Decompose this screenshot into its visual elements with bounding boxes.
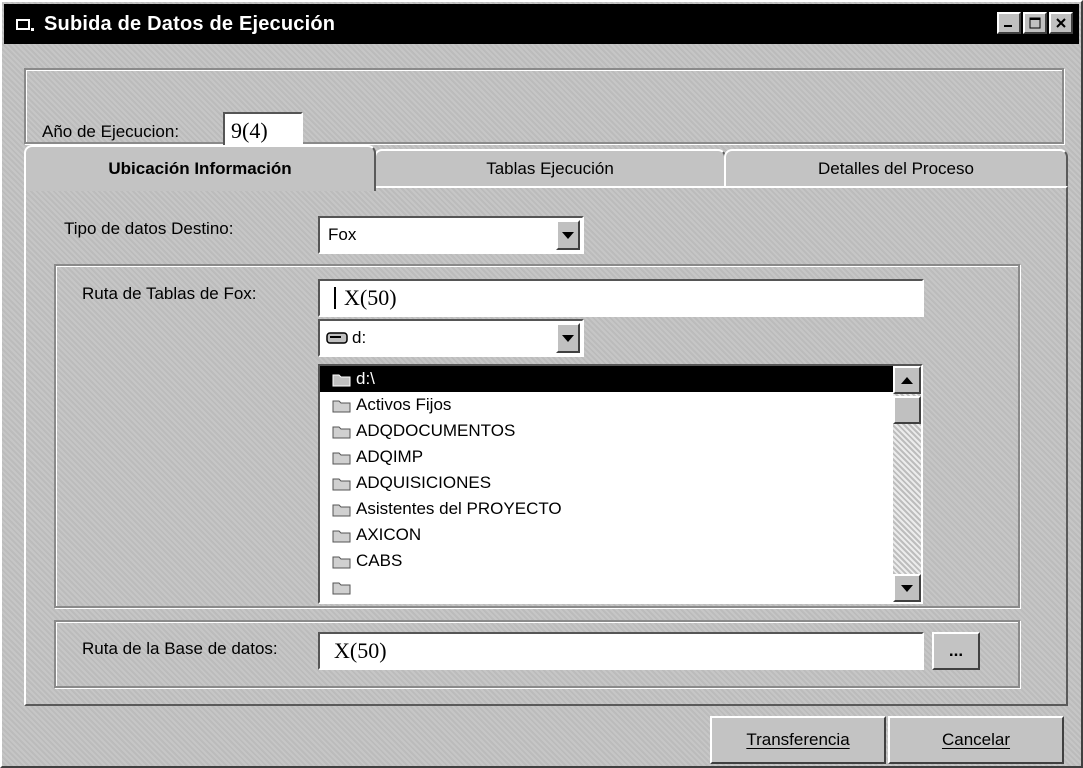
list-item-label: Activos Fijos — [356, 395, 452, 414]
fox-path-label: Ruta de Tablas de Fox: — [82, 284, 257, 303]
list-item[interactable]: Activos Fijos — [320, 392, 921, 418]
year-label: Año de Ejecucion: — [42, 122, 180, 141]
main-window: Subida de Datos de Ejecución Año de Ejec… — [0, 0, 1083, 768]
cancel-button-label: Cancelar — [941, 730, 1011, 749]
folder-icon — [332, 556, 351, 568]
chevron-down-icon — [562, 334, 574, 342]
fox-path-field[interactable]: X(50) — [318, 279, 924, 317]
list-item[interactable]: ADQUISICIONES — [320, 470, 921, 496]
open-folder-icon — [332, 374, 351, 386]
list-item[interactable]: CABS — [320, 548, 921, 574]
list-item[interactable]: Asistentes del PROYECTO — [320, 496, 921, 522]
folder-icon — [332, 400, 351, 412]
close-button[interactable] — [1049, 12, 1073, 34]
drive-icon — [326, 332, 348, 344]
browse-button[interactable]: ... — [932, 632, 980, 670]
list-item-label: ADQIMP — [356, 447, 424, 466]
db-path-label: Ruta de la Base de datos: — [82, 639, 278, 658]
list-item-label: CABS — [356, 551, 403, 570]
drive-select-value: d: — [352, 328, 367, 347]
list-item[interactable]: AXICON — [320, 522, 921, 548]
db-path-field[interactable]: X(50) — [318, 632, 924, 670]
destino-dropdown-button[interactable] — [556, 220, 580, 250]
tab-ubicacion-informacion[interactable]: Ubicación Información — [24, 145, 376, 191]
close-icon — [1056, 18, 1066, 28]
list-item-label: AXICON — [356, 525, 422, 544]
destino-label: Tipo de datos Destino: — [64, 219, 234, 238]
list-item-label: ADQDOCUMENTOS — [356, 421, 516, 440]
chevron-up-icon — [901, 376, 913, 384]
maximize-icon — [1029, 17, 1041, 29]
title-bar: Subida de Datos de Ejecución — [4, 4, 1079, 44]
chevron-down-icon — [562, 231, 574, 239]
list-item[interactable]: ADQIMP — [320, 444, 921, 470]
window-title: Subida de Datos de Ejecución — [44, 12, 336, 35]
folder-icon — [332, 426, 351, 438]
app-icon — [16, 19, 34, 31]
chevron-down-icon — [901, 584, 913, 592]
maximize-button[interactable] — [1023, 12, 1047, 34]
scroll-thumb[interactable] — [893, 396, 921, 424]
transfer-button[interactable]: Transferencia — [710, 716, 886, 764]
year-frame — [24, 68, 1064, 144]
folder-icon — [332, 452, 351, 464]
tab-detalles-del-proceso[interactable]: Detalles del Proceso — [724, 149, 1068, 187]
scroll-down-button[interactable] — [893, 574, 921, 602]
folder-icon — [332, 478, 351, 490]
directory-listbox[interactable]: d:\ Activos Fijos ADQDOCUMENTOS ADQIMP A… — [318, 364, 923, 604]
tab-tablas-ejecucion[interactable]: Tablas Ejecución — [374, 149, 726, 187]
list-item-partial[interactable] — [320, 574, 921, 600]
folder-icon — [332, 504, 351, 516]
list-item[interactable]: ADQDOCUMENTOS — [320, 418, 921, 444]
minimize-icon — [1004, 25, 1012, 27]
folder-icon — [332, 582, 351, 594]
destino-select[interactable]: Fox — [318, 216, 584, 254]
list-item-label: Asistentes del PROYECTO — [356, 499, 562, 518]
list-item-label: d:\ — [356, 369, 375, 388]
list-item-selected[interactable]: d:\ — [320, 366, 921, 392]
text-cursor — [334, 287, 336, 309]
destino-select-value: Fox — [328, 225, 357, 244]
minimize-button[interactable] — [997, 12, 1021, 34]
fox-path-value: X(50) — [344, 285, 397, 310]
drive-dropdown-button[interactable] — [556, 323, 580, 353]
list-item-label: ADQUISICIONES — [356, 473, 492, 492]
vertical-scrollbar[interactable] — [893, 366, 921, 602]
cancel-button[interactable]: Cancelar — [888, 716, 1064, 764]
drive-select[interactable]: d: — [318, 319, 584, 357]
transfer-button-label: Transferencia — [746, 730, 850, 749]
scroll-up-button[interactable] — [893, 366, 921, 394]
folder-icon — [332, 530, 351, 542]
